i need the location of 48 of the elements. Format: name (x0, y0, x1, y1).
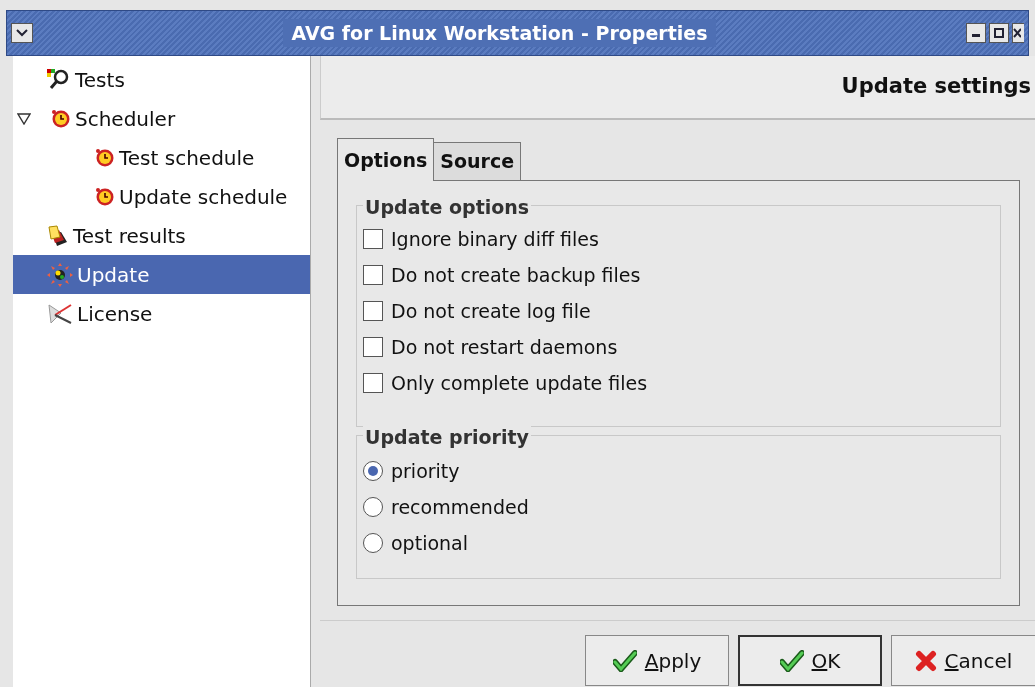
dialog-button[interactable]: Cancel (891, 635, 1035, 686)
alarm-clock-icon (95, 186, 115, 207)
maximize-button[interactable] (989, 23, 1009, 43)
chevron-down-icon (16, 29, 28, 37)
radio-button[interactable] (363, 497, 383, 517)
checkbox[interactable] (363, 373, 383, 393)
checkbox[interactable] (363, 229, 383, 249)
tab[interactable]: Options (337, 138, 435, 181)
pen-icon (47, 302, 73, 325)
radio-button[interactable] (363, 461, 383, 481)
checkbox-label[interactable]: Do not create log file (391, 296, 591, 326)
radio-label[interactable]: optional (391, 528, 468, 558)
close-icon (1013, 28, 1021, 38)
checkbox-label[interactable]: Only complete update files (391, 368, 648, 398)
checkbox-label[interactable]: Do not create backup files (391, 260, 641, 290)
dialog-button[interactable]: OK (738, 635, 882, 686)
checkbox-label[interactable]: Do not restart daemons (391, 332, 618, 362)
alarm-clock-icon (95, 147, 115, 168)
checkbox[interactable] (363, 265, 383, 285)
tree-item[interactable]: Update schedule (13, 177, 310, 216)
maximize-icon (994, 28, 1004, 38)
tab[interactable]: Source (434, 142, 522, 180)
collapse-triangle-icon[interactable] (17, 112, 31, 125)
tree-item[interactable]: Update (13, 255, 310, 294)
globe-arrows-icon (47, 262, 73, 287)
tree-item[interactable]: Tests (13, 60, 310, 99)
close-button[interactable] (1012, 23, 1024, 43)
checkmark-icon (779, 649, 804, 672)
menu-button[interactable] (11, 23, 33, 43)
minimize-button[interactable] (966, 23, 986, 43)
tree-item[interactable]: Test results (13, 216, 310, 255)
radio-label[interactable]: recommended (391, 492, 529, 522)
checkbox[interactable] (363, 301, 383, 321)
header-title: Update settings (841, 73, 1031, 101)
tree-item[interactable]: Scheduler (13, 99, 310, 138)
tree-item[interactable]: Test schedule (13, 138, 310, 177)
checkbox-label[interactable]: Ignore binary diff files (391, 224, 599, 254)
cross-icon (914, 649, 937, 672)
magnifier-icon (47, 68, 71, 91)
checkbox[interactable] (363, 337, 383, 357)
radio-button[interactable] (363, 533, 383, 553)
checkmark-icon (612, 649, 637, 672)
radio-label[interactable]: priority (391, 456, 460, 486)
documents-icon (47, 224, 69, 247)
window-title: AVG for Linux Workstation - Properties (283, 18, 716, 48)
tree-item[interactable]: License (13, 294, 310, 333)
dialog-button[interactable]: Apply (585, 635, 729, 686)
alarm-clock-icon (51, 108, 71, 129)
